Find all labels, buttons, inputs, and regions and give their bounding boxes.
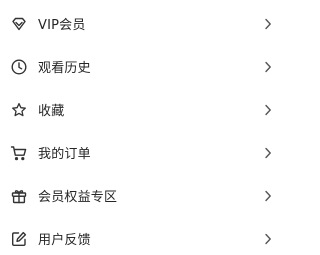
menu-item-vip[interactable]: VIP会员 (0, 2, 281, 45)
chevron-right-icon (263, 104, 273, 116)
menu-item-label: 会员权益专区 (38, 190, 118, 205)
settings-menu-panel: VIP会员 观看历史 收藏 我的订单 会员权益专区 用户反馈 (0, 0, 281, 255)
menu-list: VIP会员 观看历史 收藏 我的订单 会员权益专区 用户反馈 (0, 0, 281, 255)
menu-item-my-orders[interactable]: 我的订单 (0, 131, 281, 174)
menu-item-watch-history[interactable]: 观看历史 (0, 45, 281, 88)
clock-icon (10, 58, 28, 76)
menu-item-member-benefits[interactable]: 会员权益专区 (0, 174, 281, 217)
menu-item-label: 用户反馈 (38, 233, 91, 248)
vip-diamond-icon (10, 15, 28, 33)
menu-item-favorites[interactable]: 收藏 (0, 88, 281, 131)
chevron-right-icon (263, 18, 273, 30)
chevron-right-icon (263, 147, 273, 159)
star-icon (10, 101, 28, 119)
edit-icon (10, 230, 28, 248)
menu-item-label: VIP会员 (38, 18, 86, 33)
gift-icon (10, 187, 28, 205)
menu-item-label: 我的订单 (38, 147, 91, 162)
menu-item-label: 收藏 (38, 104, 65, 119)
chevron-right-icon (263, 190, 273, 202)
menu-item-label: 观看历史 (38, 61, 91, 76)
cart-icon (10, 144, 28, 162)
chevron-right-icon (263, 233, 273, 245)
chevron-right-icon (263, 61, 273, 73)
menu-item-user-feedback[interactable]: 用户反馈 (0, 217, 281, 255)
